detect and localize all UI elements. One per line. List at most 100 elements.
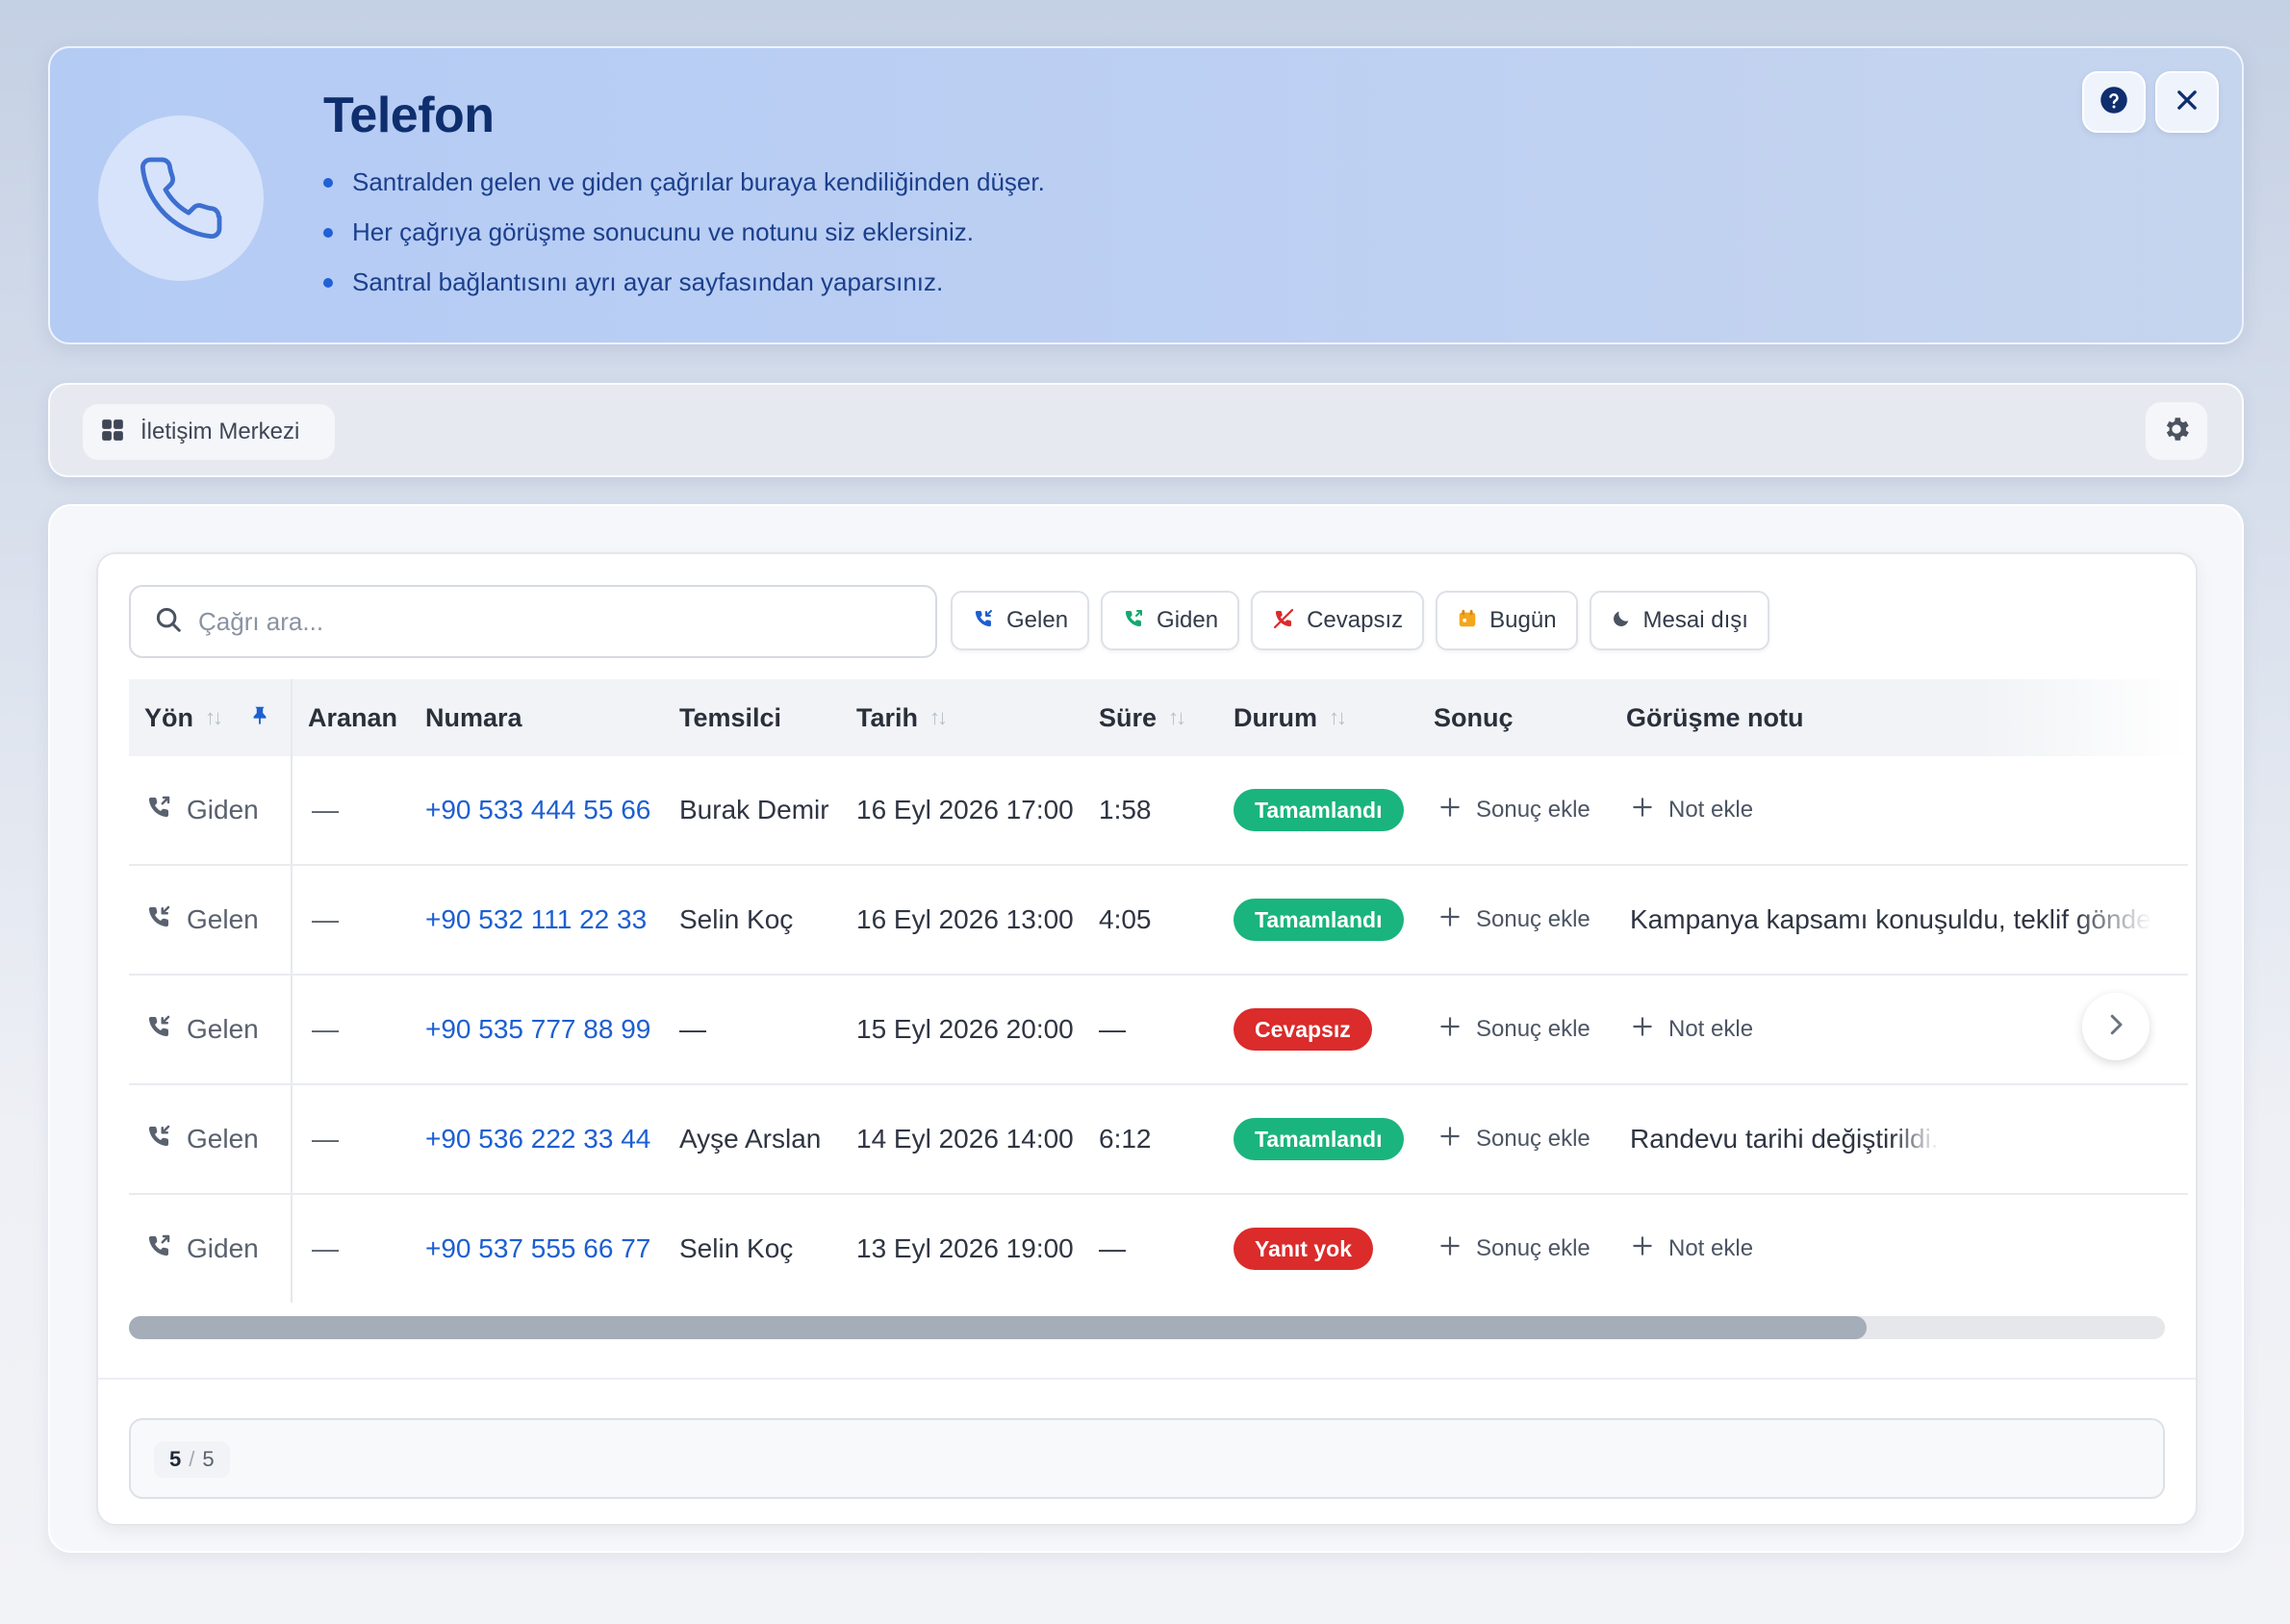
moon-icon xyxy=(1611,608,1632,634)
status-cell: Yanıt yok xyxy=(1234,1195,1373,1303)
status-badge: Cevapsız xyxy=(1234,1008,1372,1051)
add-result-button[interactable]: Sonuç ekle xyxy=(1438,866,1590,974)
date-cell: 14 Eyl 2026 14:00 xyxy=(856,1124,1074,1154)
plus-icon xyxy=(1630,1233,1655,1265)
add-result-label: Sonuç ekle xyxy=(1476,906,1590,932)
calendar-icon xyxy=(1457,608,1478,634)
pin-icon[interactable] xyxy=(249,703,270,733)
breadcrumb[interactable]: İletişim Merkezi xyxy=(83,404,335,460)
help-button[interactable] xyxy=(2082,71,2146,133)
close-button[interactable] xyxy=(2155,71,2219,133)
column-header-date[interactable]: Tarih ↑↓ xyxy=(856,679,948,756)
add-result-label: Sonuç ekle xyxy=(1476,797,1590,823)
called-cell: — xyxy=(312,1014,339,1044)
add-note-label: Not ekle xyxy=(1668,1016,1754,1042)
filter-after-hours[interactable]: Mesai dışı xyxy=(1589,591,1769,650)
search-input[interactable] xyxy=(198,606,891,637)
search-box[interactable] xyxy=(129,585,937,658)
add-result-button[interactable]: Sonuç ekle xyxy=(1438,1195,1590,1303)
count-separator: / xyxy=(189,1447,195,1471)
settings-button[interactable] xyxy=(2146,402,2207,460)
status-badge: Tamamlandı xyxy=(1234,789,1404,831)
duration-cell: 4:05 xyxy=(1099,904,1152,934)
filter-label: Gelen xyxy=(1006,607,1069,633)
sort-icon[interactable]: ↑↓ xyxy=(1329,705,1347,730)
filter-label: Giden xyxy=(1157,607,1219,633)
agent-cell: Ayşe Arslan xyxy=(679,1124,822,1154)
duration-cell: 1:58 xyxy=(1099,795,1152,825)
plus-icon xyxy=(1438,1124,1463,1155)
sort-icon[interactable]: ↑↓ xyxy=(929,705,948,730)
phone-number-link[interactable]: +90 537 555 66 77 xyxy=(425,1195,650,1303)
column-header-note: Görüşme notu xyxy=(1626,679,1804,756)
calls-card: Gelen Giden Cevapsız Bugün xyxy=(96,552,2198,1526)
add-note-button[interactable]: Not ekle xyxy=(1630,1195,1753,1303)
filter-outgoing[interactable]: Giden xyxy=(1101,591,1240,650)
horizontal-scrollbar[interactable] xyxy=(129,1316,2165,1339)
table-row[interactable]: Giden — +90 533 444 55 66 Burak Demir 16 Eyl… xyxy=(129,756,2188,866)
column-header-result: Sonuç xyxy=(1434,679,1514,756)
outgoing-call-icon xyxy=(144,793,173,828)
add-result-label: Sonuç ekle xyxy=(1476,1126,1590,1152)
breadcrumb-label: İletişim Merkezi xyxy=(140,419,300,444)
status-badge: Tamamlandı xyxy=(1234,899,1404,941)
add-result-button[interactable]: Sonuç ekle xyxy=(1438,976,1590,1083)
phone-number-link[interactable]: +90 532 111 22 33 xyxy=(425,866,647,974)
chevron-right-icon xyxy=(2101,1010,2130,1044)
sort-icon[interactable]: ↑↓ xyxy=(205,705,223,730)
called-cell: — xyxy=(312,795,339,825)
column-header-duration[interactable]: Süre ↑↓ xyxy=(1099,679,1186,756)
table-row[interactable]: Gelen — +90 532 111 22 33 Selin Koç 16 Eyl 2… xyxy=(129,866,2188,976)
column-header-status[interactable]: Durum ↑↓ xyxy=(1234,679,1347,756)
help-circle-icon xyxy=(2099,86,2128,119)
direction-cell: Giden xyxy=(144,756,259,864)
phone-number-link[interactable]: +90 536 222 33 44 xyxy=(425,1085,650,1193)
called-cell: — xyxy=(312,1124,339,1154)
add-note-button[interactable]: Not ekle xyxy=(1630,976,1753,1083)
main-panel: Gelen Giden Cevapsız Bugün xyxy=(48,504,2244,1553)
column-header-number: Numara xyxy=(425,679,522,756)
filter-missed[interactable]: Cevapsız xyxy=(1251,591,1425,650)
filter-incoming[interactable]: Gelen xyxy=(951,591,1090,650)
scroll-right-button[interactable] xyxy=(2082,993,2150,1060)
direction-text: Gelen xyxy=(187,1124,259,1154)
plus-icon xyxy=(1630,795,1655,826)
column-label: Tarih xyxy=(856,702,919,732)
note-cell[interactable]: Randevu tarihi değiştirildi. xyxy=(1630,1085,1939,1193)
status-badge: Yanıt yok xyxy=(1234,1228,1373,1270)
add-result-button[interactable]: Sonuç ekle xyxy=(1438,1085,1590,1193)
column-label: Temsilci xyxy=(679,702,782,732)
phone-number-link[interactable]: +90 535 777 88 99 xyxy=(425,976,650,1083)
phone-icon xyxy=(98,115,264,281)
column-label: Durum xyxy=(1234,702,1317,732)
table-row[interactable]: Giden — +90 537 555 66 77 Selin Koç 13 Eyl 2… xyxy=(129,1195,2188,1305)
table-header: Yön ↑↓ Aranan Numara Temsilci Tarih ↑↓ S… xyxy=(129,679,2188,756)
column-header-direction[interactable]: Yön ↑↓ xyxy=(144,679,270,756)
close-icon xyxy=(2174,87,2201,118)
direction-text: Gelen xyxy=(187,1014,259,1044)
called-cell: — xyxy=(312,904,339,934)
direction-text: Giden xyxy=(187,795,259,825)
sort-icon[interactable]: ↑↓ xyxy=(1168,705,1186,730)
filter-label: Cevapsız xyxy=(1307,607,1404,633)
divider xyxy=(98,1378,2196,1380)
add-note-label: Not ekle xyxy=(1668,797,1754,823)
column-label: Süre xyxy=(1099,702,1158,732)
column-label: Yön xyxy=(144,702,193,732)
table-row[interactable]: Gelen — +90 535 777 88 99 — 15 Eyl 2026 20:0… xyxy=(129,976,2188,1085)
plus-icon xyxy=(1438,904,1463,936)
filter-today[interactable]: Bugün xyxy=(1436,591,1578,650)
phone-number-link[interactable]: +90 533 444 55 66 xyxy=(425,756,650,864)
date-cell: 15 Eyl 2026 20:00 xyxy=(856,1014,1074,1044)
add-result-button[interactable]: Sonuç ekle xyxy=(1438,756,1590,864)
status-badge: Tamamlandı xyxy=(1234,1118,1404,1160)
add-note-button[interactable]: Not ekle xyxy=(1630,756,1753,864)
scrollbar-thumb[interactable] xyxy=(129,1316,1867,1339)
column-header-agent: Temsilci xyxy=(679,679,781,756)
table-row[interactable]: Gelen — +90 536 222 33 44 Ayşe Arslan 14 Eyl… xyxy=(129,1085,2188,1195)
info-list: Santralden gelen ve giden çağrılar buray… xyxy=(323,167,1045,317)
direction-cell: Gelen xyxy=(144,1085,259,1193)
status-cell: Tamamlandı xyxy=(1234,1085,1404,1193)
column-label: Aranan xyxy=(308,702,398,732)
note-cell[interactable]: Kampanya kapsamı konuşuldu, teklif gönde xyxy=(1630,866,2151,974)
